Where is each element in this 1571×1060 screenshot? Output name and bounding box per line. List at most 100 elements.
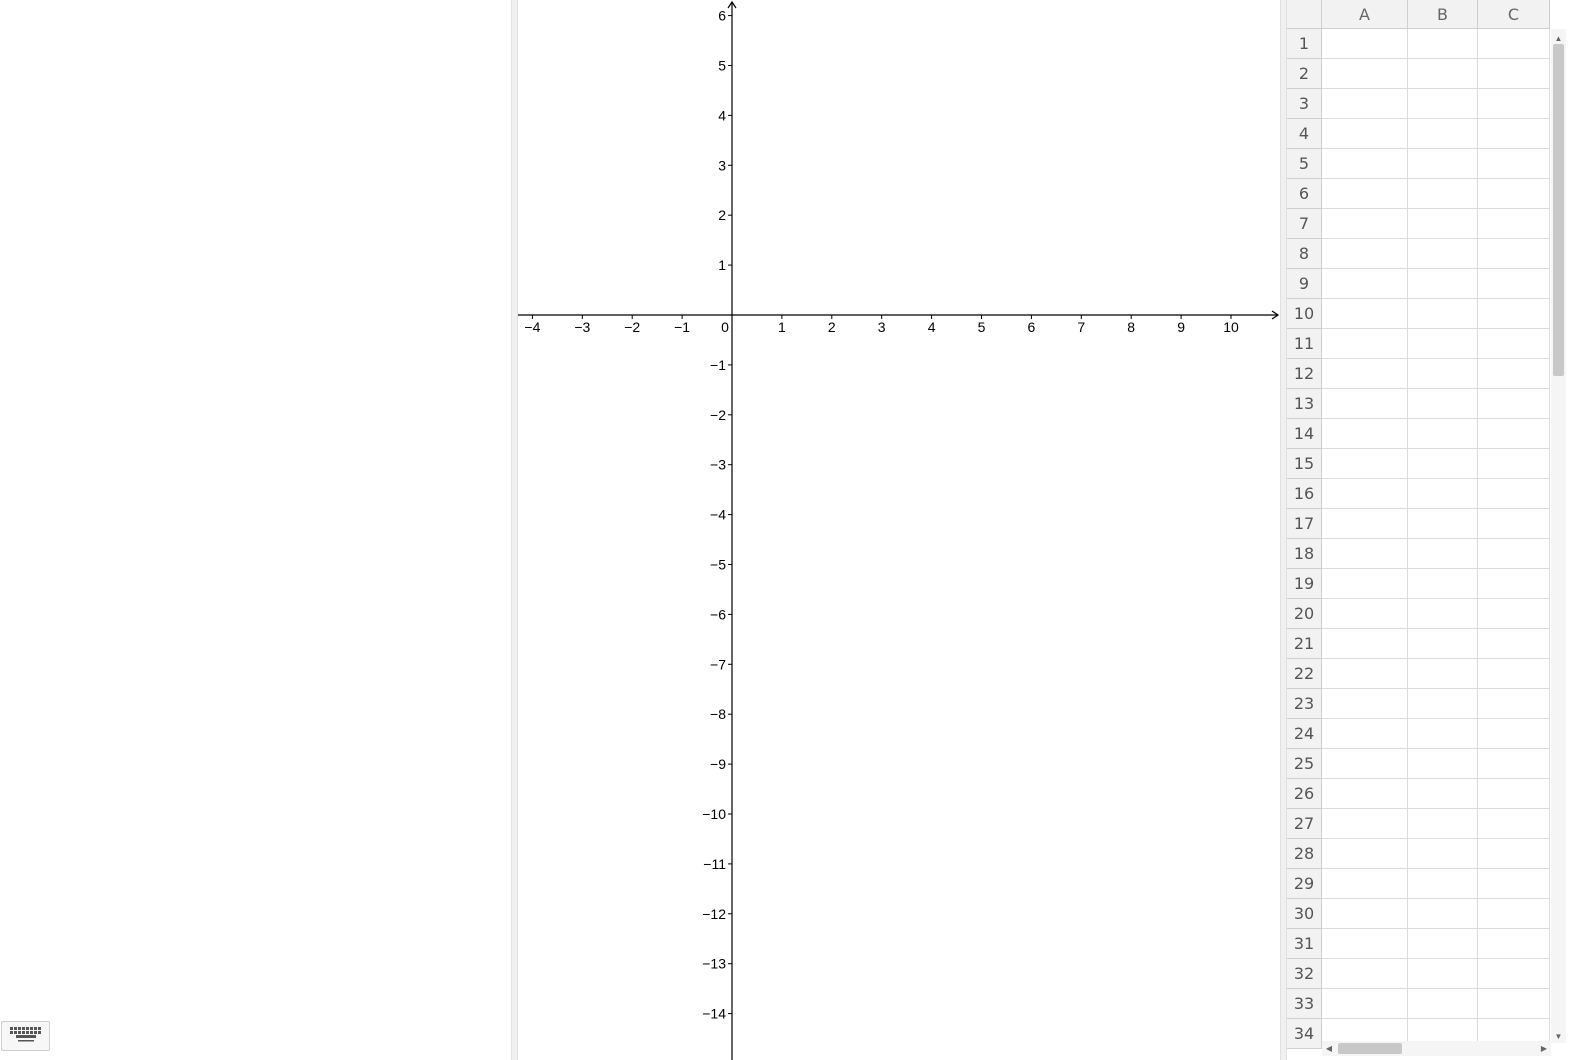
row-header[interactable]: 30	[1287, 899, 1322, 929]
cell-b8[interactable]	[1408, 239, 1478, 269]
column-header-a[interactable]: A	[1322, 0, 1408, 29]
cell-b21[interactable]	[1408, 629, 1478, 659]
cell-b6[interactable]	[1408, 179, 1478, 209]
cell-b10[interactable]	[1408, 299, 1478, 329]
cell-a27[interactable]	[1322, 809, 1408, 839]
algebra-graphics-splitter[interactable]	[511, 0, 518, 1060]
row-header[interactable]: 9	[1287, 269, 1322, 299]
cell-c31[interactable]	[1478, 929, 1550, 959]
row-header[interactable]: 4	[1287, 119, 1322, 149]
row-header[interactable]: 23	[1287, 689, 1322, 719]
cell-c19[interactable]	[1478, 569, 1550, 599]
cell-b7[interactable]	[1408, 209, 1478, 239]
row-header[interactable]: 31	[1287, 929, 1322, 959]
row-header[interactable]: 13	[1287, 389, 1322, 419]
vertical-scroll-thumb[interactable]	[1553, 44, 1564, 376]
cell-c27[interactable]	[1478, 809, 1550, 839]
cell-b16[interactable]	[1408, 479, 1478, 509]
graphics-view[interactable]: −4 −3 −2 −1 0 1 2 3 4 5 6 7 8 9 10 6 5 4 3 2 1 −1 −2 −3 −4 −5 −6 −7…	[518, 0, 1280, 1060]
cell-a23[interactable]	[1322, 689, 1408, 719]
cell-a26[interactable]	[1322, 779, 1408, 809]
cell-a3[interactable]	[1322, 89, 1408, 119]
scroll-up-arrow-icon[interactable]: ▲	[1551, 31, 1566, 45]
cell-c9[interactable]	[1478, 269, 1550, 299]
algebra-view[interactable]	[0, 0, 511, 1060]
column-header-b[interactable]: B	[1408, 0, 1478, 29]
cell-b24[interactable]	[1408, 719, 1478, 749]
cell-c24[interactable]	[1478, 719, 1550, 749]
cell-c28[interactable]	[1478, 839, 1550, 869]
cell-b19[interactable]	[1408, 569, 1478, 599]
cell-c30[interactable]	[1478, 899, 1550, 929]
cell-c4[interactable]	[1478, 119, 1550, 149]
scroll-left-arrow-icon[interactable]: ◀	[1322, 1041, 1336, 1056]
cell-c15[interactable]	[1478, 449, 1550, 479]
row-header[interactable]: 26	[1287, 779, 1322, 809]
row-header[interactable]: 29	[1287, 869, 1322, 899]
cell-b17[interactable]	[1408, 509, 1478, 539]
cell-b20[interactable]	[1408, 599, 1478, 629]
scroll-right-arrow-icon[interactable]: ▶	[1537, 1041, 1551, 1056]
column-header-c[interactable]: C	[1478, 0, 1550, 29]
row-header[interactable]: 24	[1287, 719, 1322, 749]
row-header[interactable]: 11	[1287, 329, 1322, 359]
cell-a4[interactable]	[1322, 119, 1408, 149]
cell-a10[interactable]	[1322, 299, 1408, 329]
cell-b12[interactable]	[1408, 359, 1478, 389]
cell-a5[interactable]	[1322, 149, 1408, 179]
scroll-down-arrow-icon[interactable]: ▼	[1551, 1029, 1566, 1043]
row-header[interactable]: 28	[1287, 839, 1322, 869]
row-header[interactable]: 19	[1287, 569, 1322, 599]
row-header[interactable]: 16	[1287, 479, 1322, 509]
cell-b33[interactable]	[1408, 989, 1478, 1019]
row-header[interactable]: 3	[1287, 89, 1322, 119]
row-header[interactable]: 18	[1287, 539, 1322, 569]
cell-c10[interactable]	[1478, 299, 1550, 329]
cell-b28[interactable]	[1408, 839, 1478, 869]
cell-c1[interactable]	[1478, 29, 1550, 59]
row-header[interactable]: 10	[1287, 299, 1322, 329]
spreadsheet-view[interactable]: A B C 1 2 3 4 5 6 7 8 9 10 11 12 13 14 15 16 17 18 19 20 21 2…	[1287, 0, 1571, 1060]
cell-b23[interactable]	[1408, 689, 1478, 719]
cell-b31[interactable]	[1408, 929, 1478, 959]
cell-a8[interactable]	[1322, 239, 1408, 269]
horizontal-scrollbar[interactable]: ◀ ▶	[1322, 1041, 1551, 1056]
cell-a30[interactable]	[1322, 899, 1408, 929]
row-header[interactable]: 21	[1287, 629, 1322, 659]
cell-c11[interactable]	[1478, 329, 1550, 359]
cell-c3[interactable]	[1478, 89, 1550, 119]
cell-c25[interactable]	[1478, 749, 1550, 779]
cell-c2[interactable]	[1478, 59, 1550, 89]
cell-b29[interactable]	[1408, 869, 1478, 899]
cell-c20[interactable]	[1478, 599, 1550, 629]
cell-a29[interactable]	[1322, 869, 1408, 899]
cell-b30[interactable]	[1408, 899, 1478, 929]
cell-b18[interactable]	[1408, 539, 1478, 569]
cell-a6[interactable]	[1322, 179, 1408, 209]
row-header[interactable]: 22	[1287, 659, 1322, 689]
cell-c6[interactable]	[1478, 179, 1550, 209]
cell-c16[interactable]	[1478, 479, 1550, 509]
cell-c8[interactable]	[1478, 239, 1550, 269]
cell-a22[interactable]	[1322, 659, 1408, 689]
row-header[interactable]: 6	[1287, 179, 1322, 209]
vertical-scrollbar[interactable]: ▲ ▼	[1551, 29, 1566, 1043]
cell-a17[interactable]	[1322, 509, 1408, 539]
row-header[interactable]: 8	[1287, 239, 1322, 269]
cell-a7[interactable]	[1322, 209, 1408, 239]
coordinate-plane[interactable]: −4 −3 −2 −1 0 1 2 3 4 5 6 7 8 9 10654321−1−2−3−4−5−6−7…	[518, 0, 1280, 1060]
cell-a20[interactable]	[1322, 599, 1408, 629]
cell-a33[interactable]	[1322, 989, 1408, 1019]
cell-a2[interactable]	[1322, 59, 1408, 89]
horizontal-scroll-thumb[interactable]	[1338, 1043, 1402, 1054]
cell-c14[interactable]	[1478, 419, 1550, 449]
cell-b26[interactable]	[1408, 779, 1478, 809]
cell-b25[interactable]	[1408, 749, 1478, 779]
cell-a1[interactable]	[1322, 29, 1408, 59]
row-header[interactable]: 7	[1287, 209, 1322, 239]
cell-c17[interactable]	[1478, 509, 1550, 539]
cell-a12[interactable]	[1322, 359, 1408, 389]
cell-a25[interactable]	[1322, 749, 1408, 779]
row-header[interactable]: 5	[1287, 149, 1322, 179]
cell-c18[interactable]	[1478, 539, 1550, 569]
